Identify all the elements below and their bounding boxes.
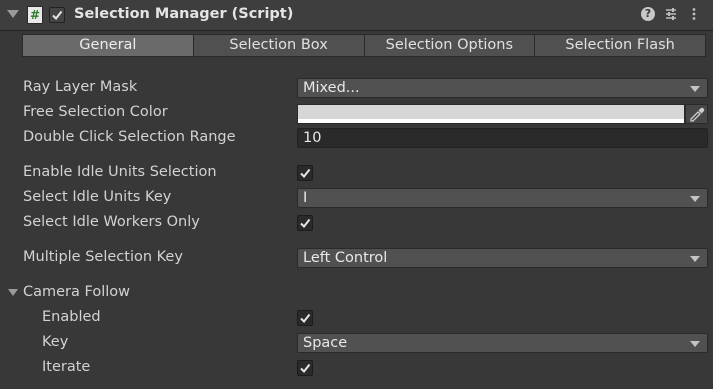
- ray-layer-mask-label: Ray Layer Mask: [23, 79, 138, 95]
- multiple-selection-key-label: Multiple Selection Key: [23, 249, 183, 265]
- checkmark-icon: [300, 363, 311, 374]
- camera-follow-iterate-checkbox[interactable]: [297, 360, 313, 376]
- camera-follow-iterate-label: Iterate: [42, 359, 91, 375]
- free-selection-color-label: Free Selection Color: [23, 104, 168, 120]
- tab-bar: General Selection Box Selection Options …: [22, 34, 706, 57]
- camera-follow-key-value: Space: [303, 335, 348, 351]
- double-click-range-label: Double Click Selection Range: [23, 129, 236, 145]
- free-selection-color-field[interactable]: [297, 104, 685, 124]
- help-icon[interactable]: ?: [641, 7, 655, 21]
- component-title: Selection Manager (Script): [74, 6, 294, 22]
- enable-idle-units-checkbox[interactable]: [297, 165, 313, 181]
- tab-general[interactable]: General: [22, 34, 194, 57]
- dropdown-arrow-icon: [690, 341, 700, 347]
- tab-selection-flash[interactable]: Selection Flash: [534, 34, 706, 57]
- select-idle-units-key-dropdown[interactable]: I: [297, 188, 708, 208]
- multiple-selection-key-dropdown[interactable]: Left Control: [297, 248, 708, 268]
- tab-selection-box[interactable]: Selection Box: [192, 34, 365, 57]
- component-enabled-checkbox[interactable]: [49, 7, 65, 23]
- color-swatch: [298, 105, 684, 119]
- dropdown-arrow-icon: [690, 256, 700, 262]
- select-idle-units-key-label: Select Idle Units Key: [23, 189, 172, 205]
- presets-icon[interactable]: [664, 7, 678, 21]
- dropdown-arrow-icon: [690, 86, 700, 92]
- enable-idle-units-label: Enable Idle Units Selection: [23, 164, 217, 180]
- dropdown-arrow-icon: [690, 196, 700, 202]
- checkmark-icon: [300, 168, 311, 179]
- checkmark-icon: [52, 10, 63, 21]
- multiple-selection-key-value: Left Control: [303, 250, 388, 266]
- context-menu-icon[interactable]: [687, 7, 701, 21]
- checkmark-icon: [300, 313, 311, 324]
- camera-follow-key-dropdown[interactable]: Space: [297, 333, 708, 353]
- camera-follow-enabled-label: Enabled: [42, 309, 101, 325]
- eyedropper-icon: [690, 107, 705, 122]
- tab-selection-options[interactable]: Selection Options: [363, 34, 536, 57]
- component-foldout-arrow-icon[interactable]: [7, 10, 19, 18]
- select-idle-workers-only-label: Select Idle Workers Only: [23, 214, 200, 230]
- eyedropper-button[interactable]: [685, 104, 708, 124]
- camera-follow-enabled-checkbox[interactable]: [297, 310, 313, 326]
- camera-follow-foldout-icon[interactable]: [8, 289, 18, 296]
- camera-follow-label[interactable]: Camera Follow: [23, 284, 130, 300]
- select-idle-units-key-value: I: [303, 190, 308, 206]
- checkmark-icon: [300, 218, 311, 229]
- camera-follow-key-label: Key: [42, 334, 69, 350]
- double-click-range-input[interactable]: 10: [297, 128, 708, 148]
- ray-layer-mask-value: Mixed...: [303, 80, 360, 96]
- color-alpha-bar: [298, 119, 684, 123]
- select-idle-workers-only-checkbox[interactable]: [297, 215, 313, 231]
- script-icon: #: [27, 6, 43, 24]
- component-header: # Selection Manager (Script) ?: [0, 0, 713, 31]
- ray-layer-mask-dropdown[interactable]: Mixed...: [297, 78, 708, 98]
